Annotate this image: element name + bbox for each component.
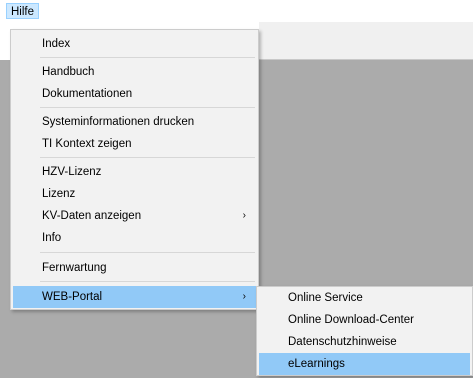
menu-item-web-portal[interactable]: WEB-Portal ›: [13, 286, 256, 308]
submenu-item-elearnings[interactable]: eLearnings: [259, 353, 470, 375]
menu-item-hzv-lizenz[interactable]: HZV-Lizenz: [13, 161, 256, 183]
menu-item-label: Index: [42, 38, 71, 50]
menu-separator: [40, 281, 255, 282]
menu-item-handbuch[interactable]: Handbuch: [13, 61, 256, 83]
menu-item-systeminformationen-drucken[interactable]: Systeminformationen drucken: [13, 111, 256, 133]
menu-item-label: HZV-Lizenz: [42, 166, 102, 178]
submenu-item-online-service[interactable]: Online Service: [259, 287, 470, 309]
menu-item-index[interactable]: Index: [13, 33, 256, 55]
menu-item-label: Handbuch: [42, 66, 95, 78]
menu-item-label: KV-Daten anzeigen: [42, 210, 142, 222]
menu-item-info[interactable]: Info: [13, 227, 256, 249]
chevron-right-icon: ›: [242, 210, 246, 221]
menu-item-label: Datenschutzhinweise: [288, 336, 397, 348]
submenu-item-online-download-center[interactable]: Online Download-Center: [259, 309, 470, 331]
menu-item-label: WEB-Portal: [42, 291, 103, 303]
menu-item-label: Lizenz: [42, 188, 76, 200]
menu-item-label: Online Download-Center: [288, 314, 414, 326]
menu-separator: [40, 157, 255, 158]
menu-bar: Hilfe: [0, 0, 473, 22]
menu-item-fernwartung[interactable]: Fernwartung: [13, 257, 256, 279]
hilfe-dropdown-menu: Index Handbuch Dokumentationen Systeminf…: [10, 29, 259, 310]
menu-item-dokumentationen[interactable]: Dokumentationen: [13, 83, 256, 105]
menu-item-label: Systeminformationen drucken: [42, 116, 195, 128]
chevron-right-icon: ›: [242, 291, 246, 302]
web-portal-submenu: Online Service Online Download-Center Da…: [256, 286, 473, 376]
menu-hilfe[interactable]: Hilfe: [6, 3, 40, 19]
menu-item-ti-kontext-zeigen[interactable]: TI Kontext zeigen: [13, 133, 256, 155]
menu-item-label: Fernwartung: [42, 262, 107, 274]
menu-item-label: TI Kontext zeigen: [42, 138, 132, 150]
menu-item-label: eLearnings: [288, 358, 345, 370]
menu-item-label: Dokumentationen: [42, 88, 133, 100]
menu-separator: [40, 107, 255, 108]
menu-item-label: Online Service: [288, 292, 363, 304]
menu-separator: [40, 252, 255, 253]
menu-item-lizenz[interactable]: Lizenz: [13, 183, 256, 205]
menu-item-label: Info: [42, 232, 62, 244]
submenu-item-datenschutzhinweise[interactable]: Datenschutzhinweise: [259, 331, 470, 353]
toolbar-strip: [259, 22, 473, 60]
menu-separator: [40, 57, 255, 58]
menu-item-kv-daten-anzeigen[interactable]: KV-Daten anzeigen ›: [13, 205, 256, 227]
